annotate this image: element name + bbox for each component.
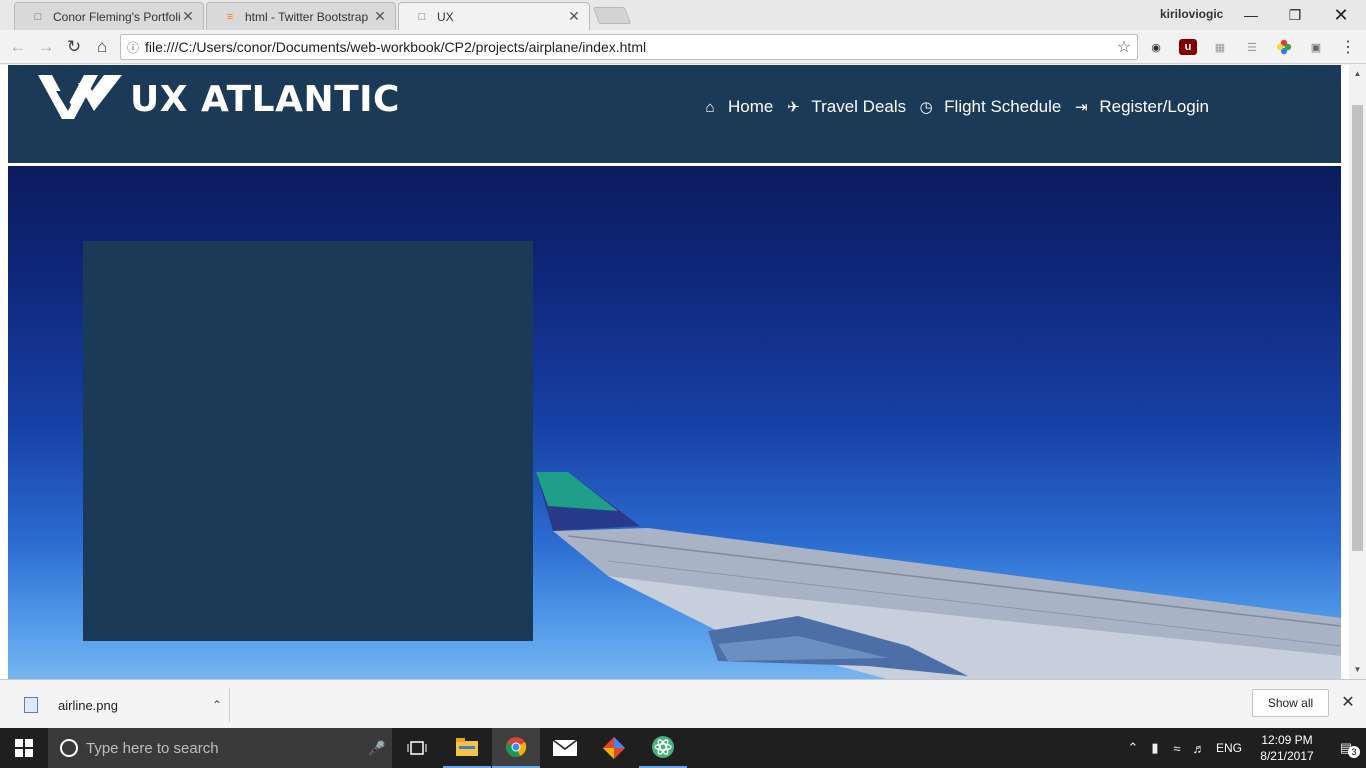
color-picker-icon[interactable] bbox=[1275, 39, 1293, 55]
tab-portfolio[interactable]: □ Conor Fleming's Portfolio ✕ bbox=[14, 2, 204, 30]
nav-travel-deals[interactable]: ✈ Travel Deals bbox=[781, 97, 906, 117]
back-icon[interactable]: ← bbox=[5, 34, 31, 60]
taskbar-search[interactable]: Type here to search 🎤 bbox=[48, 728, 392, 768]
tab-title: html - Twitter Bootstrap bbox=[245, 9, 369, 24]
atom-icon[interactable] bbox=[639, 728, 687, 768]
image-file-icon bbox=[24, 697, 38, 713]
clock-icon: ◷ bbox=[919, 99, 933, 116]
browser-tab-strip: □ Conor Fleming's Portfolio ✕ ≡ html - T… bbox=[0, 0, 1366, 30]
windows-logo-icon bbox=[15, 739, 33, 757]
stackoverflow-icon: ≡ bbox=[226, 10, 234, 23]
tab-bootstrap[interactable]: ≡ html - Twitter Bootstrap ✕ bbox=[206, 2, 396, 30]
start-button[interactable] bbox=[0, 728, 48, 768]
page-icon: □ bbox=[34, 10, 42, 23]
scroll-up-icon[interactable]: ▲ bbox=[1349, 67, 1366, 81]
profile-name[interactable]: kiriloviogic bbox=[1160, 7, 1223, 21]
ublock-icon[interactable]: u bbox=[1179, 39, 1197, 55]
page-viewport: UX ATLANTIC ⌂ Home ✈ Travel Deals ◷ Flig… bbox=[0, 65, 1366, 679]
cortana-icon bbox=[60, 739, 78, 757]
clock-time: 12:09 PM bbox=[1261, 733, 1313, 747]
bookmark-star-icon[interactable]: ☆ bbox=[1111, 37, 1137, 57]
tab-title: Conor Fleming's Portfolio bbox=[53, 9, 181, 24]
forward-icon[interactable]: → bbox=[33, 34, 59, 60]
notifications-icon[interactable]: ▤ 3 bbox=[1326, 740, 1366, 758]
page-scrollbar[interactable]: ▲ ▼ bbox=[1349, 65, 1366, 679]
camera-icon[interactable]: ▣ bbox=[1307, 39, 1325, 55]
info-icon[interactable]: ⓘ bbox=[121, 39, 145, 56]
clock[interactable]: 12:09 PM 8/21/2017 bbox=[1248, 732, 1326, 764]
chevron-up-icon[interactable]: ⌃ bbox=[205, 698, 229, 712]
download-item[interactable]: airline.png ⌃ bbox=[14, 688, 230, 722]
site-logo-text[interactable]: UX ATLANTIC bbox=[130, 79, 400, 120]
site-nav: ⌂ Home ✈ Travel Deals ◷ Flight Schedule … bbox=[698, 97, 1217, 117]
clock-date: 8/21/2017 bbox=[1260, 749, 1314, 763]
close-window-icon[interactable]: ✕ bbox=[1318, 0, 1364, 30]
nav-register-login[interactable]: ⇥ Register/Login bbox=[1069, 97, 1209, 117]
hero-content-panel bbox=[83, 241, 533, 641]
site-header: UX ATLANTIC ⌂ Home ✈ Travel Deals ◷ Flig… bbox=[8, 65, 1341, 163]
show-all-button[interactable]: Show all bbox=[1252, 689, 1329, 717]
wifi-icon[interactable]: ≈ bbox=[1166, 741, 1188, 756]
logo-icon[interactable] bbox=[38, 75, 124, 121]
rss-icon[interactable]: ☰ bbox=[1243, 39, 1261, 55]
nav-flight-schedule[interactable]: ◷ Flight Schedule bbox=[914, 97, 1062, 117]
nav-label: Travel Deals bbox=[811, 97, 907, 116]
nav-label: Home bbox=[728, 97, 774, 116]
task-view-icon[interactable] bbox=[393, 728, 441, 768]
restore-icon[interactable]: ❐ bbox=[1272, 0, 1318, 30]
nav-label: Register/Login bbox=[1099, 97, 1209, 116]
chevron-up-icon[interactable]: ⌃ bbox=[1122, 740, 1144, 756]
minimize-icon[interactable]: — bbox=[1228, 0, 1274, 30]
close-icon[interactable]: ✕ bbox=[567, 8, 581, 25]
url-text[interactable]: file:///C:/Users/conor/Documents/web-wor… bbox=[145, 39, 1111, 55]
nav-home[interactable]: ⌂ Home bbox=[698, 97, 773, 117]
language-indicator[interactable]: ENG bbox=[1210, 741, 1248, 755]
plane-icon: ✈ bbox=[787, 99, 800, 116]
tab-title: UX bbox=[437, 9, 454, 24]
file-explorer-icon[interactable] bbox=[443, 728, 491, 768]
browser-toolbar: ← → ↻ ⌂ ⓘ file:///C:/Users/conor/Documen… bbox=[0, 30, 1366, 64]
tab-ux[interactable]: □ UX ✕ bbox=[398, 2, 590, 30]
notification-count: 3 bbox=[1348, 746, 1360, 758]
hero-image bbox=[8, 166, 1341, 679]
scroll-thumb[interactable] bbox=[1352, 105, 1363, 551]
login-icon: ⇥ bbox=[1075, 99, 1088, 116]
home-icon: ⌂ bbox=[705, 98, 715, 116]
nav-label: Flight Schedule bbox=[944, 97, 1062, 116]
page-icon: □ bbox=[418, 10, 426, 23]
close-icon[interactable]: ✕ bbox=[1338, 692, 1358, 712]
menu-icon[interactable]: ⋮ bbox=[1339, 39, 1357, 56]
chrome-icon[interactable] bbox=[492, 728, 540, 768]
system-tray: ⌃ ▮ ≈ ♬ ENG 12:09 PM 8/21/2017 ▤ 3 bbox=[1122, 728, 1366, 768]
scroll-down-icon[interactable]: ▼ bbox=[1349, 663, 1366, 677]
extension-icon[interactable]: ◉ bbox=[1147, 39, 1165, 55]
battery-icon[interactable]: ▮ bbox=[1144, 740, 1166, 756]
close-icon[interactable]: ✕ bbox=[181, 8, 195, 25]
search-placeholder: Type here to search bbox=[86, 739, 219, 757]
new-tab-button[interactable] bbox=[592, 7, 632, 24]
volume-icon[interactable]: ♬ bbox=[1188, 741, 1210, 756]
windows-taskbar: Type here to search 🎤 ⌃ ▮ ≈ ♬ ENG 12:09 … bbox=[0, 728, 1366, 768]
download-file-name[interactable]: airline.png bbox=[58, 698, 205, 713]
address-bar[interactable]: ⓘ file:///C:/Users/conor/Documents/web-w… bbox=[120, 34, 1138, 60]
home-icon[interactable]: ⌂ bbox=[89, 34, 115, 60]
git-app-icon[interactable] bbox=[590, 728, 638, 768]
microphone-icon[interactable]: 🎤 bbox=[362, 740, 392, 757]
close-icon[interactable]: ✕ bbox=[373, 8, 387, 25]
extension-icon[interactable]: ▦ bbox=[1211, 39, 1229, 55]
mail-icon[interactable] bbox=[541, 728, 589, 768]
reload-icon[interactable]: ↻ bbox=[61, 34, 87, 60]
download-shelf: airline.png ⌃ Show all ✕ bbox=[0, 679, 1366, 728]
